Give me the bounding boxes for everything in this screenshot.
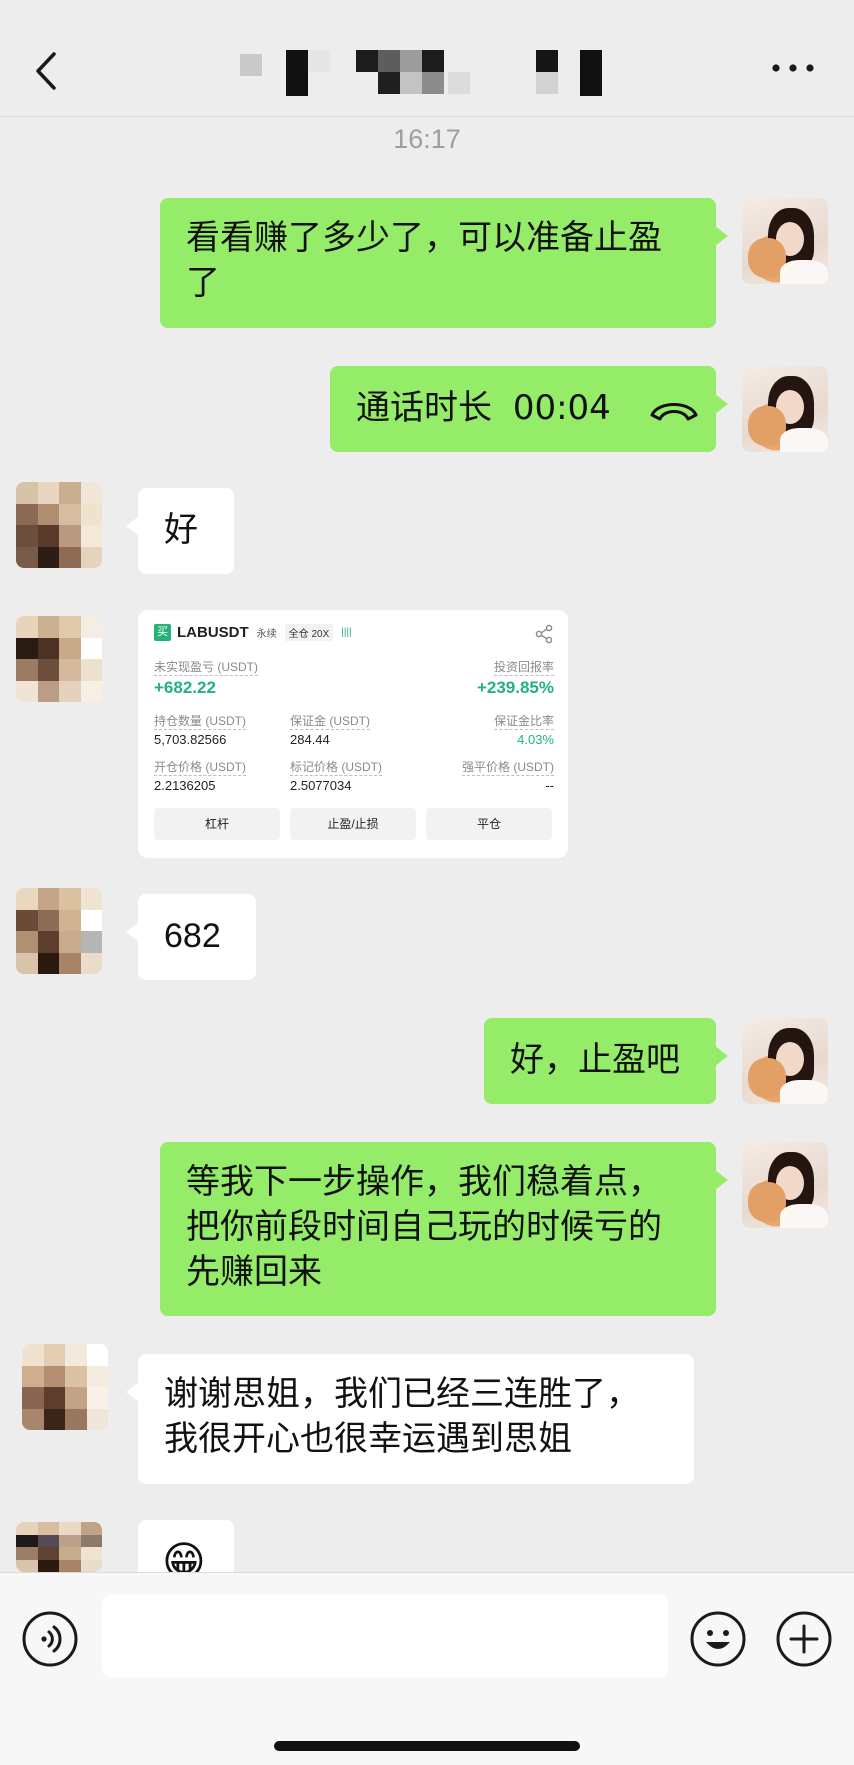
signal-bars-icon: ||||	[341, 627, 352, 638]
input-bar	[0, 1572, 854, 1765]
message-text: 等我下一步操作，我们稳着点，把你前段时间自己玩的时候亏的先赚回来	[186, 1162, 662, 1292]
call-duration-label: 通话时长	[356, 388, 492, 428]
call-record-bubble[interactable]: 通话时长 00:04	[330, 366, 728, 452]
self-avatar[interactable]	[742, 1142, 828, 1228]
buy-badge: 买	[154, 624, 171, 641]
contact-avatar[interactable]	[22, 1344, 108, 1430]
message-bubble-received[interactable]: 😁	[138, 1520, 234, 1572]
emoji-icon	[690, 1611, 746, 1667]
self-avatar[interactable]	[742, 366, 828, 452]
position-qty-value: 5,703.82566	[154, 732, 227, 747]
message-text: 682	[164, 917, 221, 955]
trade-screenshot-card[interactable]: 买 LABUSDT 永续 全仓 20X |||| 未实现盈亏 (USDT) 投资…	[138, 610, 568, 858]
margin-value: 284.44	[290, 732, 330, 747]
message-bubble-sent[interactable]: 好，止盈吧	[484, 1018, 728, 1104]
contact-avatar[interactable]	[16, 888, 102, 974]
more-dots-icon	[772, 64, 814, 72]
liquidation-price-label: 强平价格 (USDT)	[462, 760, 554, 776]
contact-avatar[interactable]	[16, 1522, 102, 1572]
voice-icon	[22, 1611, 78, 1667]
grinning-emoji: 😁	[162, 1537, 206, 1573]
share-icon[interactable]	[534, 624, 554, 644]
self-avatar[interactable]	[742, 198, 828, 284]
more-button[interactable]	[768, 58, 818, 78]
chevron-left-icon	[36, 52, 56, 90]
roi-label: 投资回报率	[493, 660, 554, 676]
margin-ratio-label: 保证金比率	[493, 714, 554, 730]
mark-price-value: 2.5077034	[290, 778, 352, 793]
tp-sl-button[interactable]: 止盈/止损	[290, 808, 416, 840]
phone-hangup-icon	[650, 402, 698, 420]
message-bubble-sent[interactable]: 等我下一步操作，我们稳着点，把你前段时间自己玩的时候亏的先赚回来	[160, 1142, 728, 1316]
pnl-label: 未实现盈亏 (USDT)	[154, 660, 258, 676]
message-text: 看看赚了多少了，可以准备止盈了	[186, 218, 662, 303]
margin-mode-badge: 全仓 20X	[284, 624, 334, 641]
home-indicator	[274, 1741, 580, 1751]
message-bubble-received[interactable]: 好	[126, 488, 234, 574]
mark-price-label: 标记价格 (USDT)	[290, 760, 382, 776]
back-button[interactable]	[28, 46, 68, 96]
liquidation-price-value: --	[545, 778, 554, 793]
roi-value: +239.85%	[476, 678, 554, 697]
message-timestamp: 16:17	[393, 124, 461, 154]
margin-ratio-value: 4.03%	[517, 732, 554, 747]
voice-button[interactable]	[22, 1611, 78, 1667]
self-avatar[interactable]	[742, 1018, 828, 1104]
leverage-button[interactable]: 杠杆	[154, 808, 280, 840]
position-qty-label: 持仓数量 (USDT)	[154, 714, 246, 730]
chat-header	[0, 0, 854, 117]
contact-avatar[interactable]	[16, 616, 102, 702]
trade-symbol: LABUSDT	[177, 624, 249, 641]
contact-avatar[interactable]	[16, 482, 102, 568]
message-bubble-sent[interactable]: 看看赚了多少了，可以准备止盈了	[160, 198, 728, 328]
pnl-value: +682.22	[154, 678, 216, 697]
message-bubble-received[interactable]: 谢谢思姐，我们已经三连胜了，我很开心也很幸运遇到思姐	[126, 1354, 694, 1484]
contact-name-censored	[240, 50, 620, 96]
plus-button[interactable]	[776, 1611, 832, 1667]
message-text: 谢谢思姐，我们已经三连胜了，我很开心也很幸运遇到思姐	[164, 1374, 640, 1459]
plus-icon	[776, 1611, 832, 1667]
close-position-button[interactable]: 平仓	[426, 808, 552, 840]
margin-label: 保证金 (USDT)	[290, 714, 370, 730]
entry-price-value: 2.2136205	[154, 778, 216, 793]
message-input[interactable]	[102, 1595, 668, 1677]
entry-price-label: 开仓价格 (USDT)	[154, 760, 246, 776]
call-duration-value: 00:04	[512, 388, 611, 428]
emoji-button[interactable]	[690, 1611, 746, 1667]
message-bubble-received[interactable]: 682	[126, 894, 256, 980]
message-text: 好	[164, 510, 198, 550]
message-text: 好，止盈吧	[510, 1040, 680, 1080]
contract-type: 永续	[256, 629, 277, 640]
